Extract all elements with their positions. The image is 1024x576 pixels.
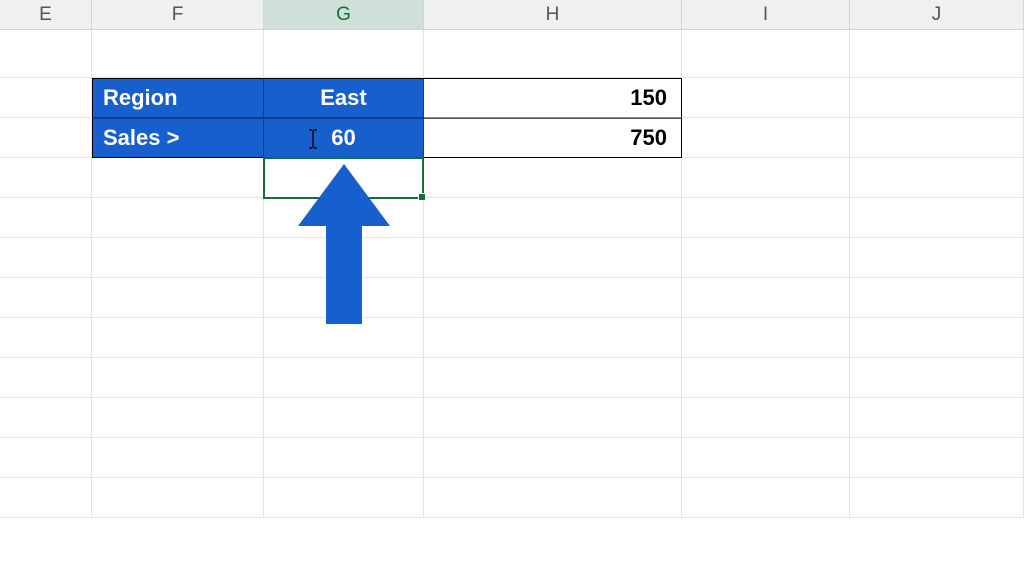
cell-region-result[interactable]: 150 [424,78,682,118]
cell[interactable] [92,358,264,398]
cell[interactable] [92,158,264,198]
cell[interactable] [682,30,850,78]
col-header-J[interactable]: J [850,0,1024,29]
cell-region-value[interactable]: East [264,78,424,118]
cell[interactable] [264,238,424,278]
cell[interactable] [264,478,424,518]
cell[interactable] [850,118,1024,158]
cell[interactable] [850,78,1024,118]
cell[interactable] [424,318,682,358]
cell[interactable] [92,238,264,278]
cell[interactable] [682,158,850,198]
cell[interactable] [682,398,850,438]
col-header-G[interactable]: G [264,0,424,29]
cell[interactable] [850,278,1024,318]
cell[interactable] [850,238,1024,278]
cell[interactable] [850,398,1024,438]
cell[interactable] [682,78,850,118]
cell[interactable] [264,30,424,78]
cell[interactable] [92,478,264,518]
cell[interactable] [682,198,850,238]
cell[interactable] [682,438,850,478]
col-header-F[interactable]: F [92,0,264,29]
cell[interactable] [264,398,424,438]
cell[interactable] [424,198,682,238]
cell[interactable] [682,478,850,518]
cell[interactable] [682,358,850,398]
cell[interactable] [0,398,92,438]
cell[interactable] [92,30,264,78]
cell[interactable] [92,438,264,478]
cell[interactable] [850,198,1024,238]
cell[interactable] [264,198,424,238]
cell[interactable] [424,398,682,438]
cell[interactable] [264,358,424,398]
cell[interactable] [92,398,264,438]
cell[interactable] [850,318,1024,358]
cell[interactable] [424,358,682,398]
cell[interactable] [850,30,1024,78]
cell[interactable] [424,278,682,318]
cell[interactable] [424,438,682,478]
cell[interactable] [92,198,264,238]
spreadsheet-grid[interactable]: E F G H I J Region East 150 Sales > [0,0,1024,576]
cell[interactable] [0,158,92,198]
cell[interactable] [424,30,682,78]
cell[interactable] [264,158,424,198]
cell[interactable] [424,478,682,518]
cell[interactable] [850,158,1024,198]
cell-region-label[interactable]: Region [92,78,264,118]
cell[interactable] [264,318,424,358]
col-header-E[interactable]: E [0,0,92,29]
cell[interactable] [850,358,1024,398]
cell[interactable] [0,318,92,358]
cell[interactable] [0,78,92,118]
cell[interactable] [682,118,850,158]
cell[interactable] [682,238,850,278]
cell[interactable] [0,358,92,398]
grid-rows: Region East 150 Sales > 60 750 [0,30,1024,518]
cell[interactable] [0,438,92,478]
cell[interactable] [92,278,264,318]
cell[interactable] [0,30,92,78]
cell-sales-result[interactable]: 750 [424,118,682,158]
cell-sales-label[interactable]: Sales > [92,118,264,158]
cell[interactable] [0,238,92,278]
cell[interactable] [92,318,264,358]
cell[interactable] [850,438,1024,478]
cell-sales-value[interactable]: 60 [264,118,424,158]
cell[interactable] [264,278,424,318]
cell[interactable] [424,238,682,278]
cell[interactable] [0,278,92,318]
cell[interactable] [682,278,850,318]
cell[interactable] [264,438,424,478]
col-header-I[interactable]: I [682,0,850,29]
col-header-H[interactable]: H [424,0,682,29]
column-headers: E F G H I J [0,0,1024,30]
cell[interactable] [424,158,682,198]
cell[interactable] [0,478,92,518]
cell[interactable] [682,318,850,358]
cell[interactable] [0,118,92,158]
cell[interactable] [0,198,92,238]
cell[interactable] [850,478,1024,518]
